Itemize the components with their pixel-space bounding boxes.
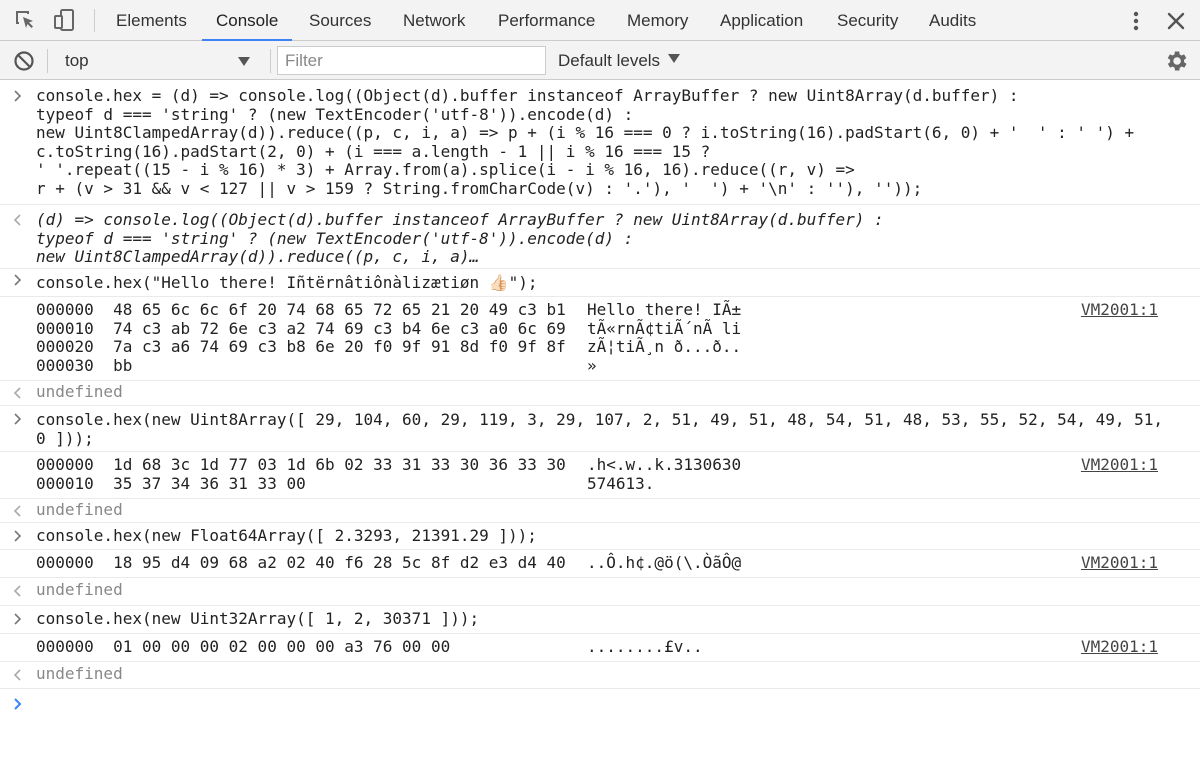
console-result-row: undefined [0, 499, 1200, 523]
toolbar-divider [47, 49, 48, 73]
source-link[interactable]: VM2001:1 [1081, 637, 1158, 657]
close-icon[interactable] [1164, 9, 1188, 33]
hex-dump-line: 000000 1d 68 3c 1d 77 03 1d 6b 02 33 31 … [36, 455, 566, 474]
code-line: console.hex(new Float64Array([ 2.3293, 2… [36, 526, 537, 545]
console-toolbar: top Default levels [0, 41, 1200, 80]
source-link[interactable]: VM2001:1 [1081, 553, 1158, 573]
result-arrow-icon [11, 504, 25, 518]
undefined-result: undefined [36, 382, 123, 401]
undefined-result: undefined [36, 580, 123, 599]
result-line[interactable]: (d) => console.log((Object(d).buffer ins… [36, 210, 884, 230]
console-result-row: undefined [0, 578, 1200, 606]
console-result-row: undefined [0, 381, 1200, 406]
code-line: 0 ])); [36, 428, 94, 448]
hex-dump-line: 000030 bb [36, 355, 133, 375]
result-arrow-icon [11, 668, 25, 682]
ascii-dump-line: .h<.w..k.3130630 [587, 455, 742, 474]
hex-dump-line: 000000 18 95 d4 09 68 a2 02 40 f6 28 5c … [36, 553, 566, 572]
tab-network[interactable]: Network [403, 0, 465, 41]
code-line: new Uint8ClampedArray(d)).reduce((p, c, … [36, 123, 1135, 143]
devtools-tabbar: Elements Console Sources Network Perform… [0, 0, 1200, 42]
tab-audits[interactable]: Audits [929, 0, 976, 41]
code-line: ' '.repeat((15 - i % 16) * 3) + Array.fr… [36, 160, 855, 180]
tab-performance[interactable]: Performance [498, 0, 595, 41]
gear-icon[interactable] [1163, 48, 1189, 74]
chevron-down-icon [668, 54, 681, 63]
ascii-dump-line: zÃ¦tiÃ¸n ð...ð.. [587, 337, 742, 357]
context-label: top [65, 51, 89, 70]
code-line: console.hex(new Uint32Array([ 1, 2, 3037… [36, 609, 480, 628]
console-log-row: 000000 18 95 d4 09 68 a2 02 40 f6 28 5c … [0, 550, 1200, 578]
code-line: console.hex(new Uint8Array([ 29, 104, 60… [36, 410, 1164, 429]
hex-dump-line: 000010 35 37 34 36 31 33 00 [36, 473, 306, 493]
console-prompt[interactable] [0, 689, 1200, 719]
source-link[interactable]: VM2001:1 [1081, 455, 1158, 475]
ascii-dump-line: ..Ô.h¢.@ö(\.ÒãÔ@ [587, 553, 742, 572]
console-messages: console.hex = (d) => console.log((Object… [0, 81, 1200, 784]
ascii-dump-line: Hello there! IÃ± [587, 300, 742, 319]
hex-dump-line: 000000 01 00 00 00 02 00 00 00 a3 76 00 … [36, 637, 451, 656]
console-result-row: (d) => console.log((Object(d).buffer ins… [0, 205, 1200, 269]
hex-dump-line: 000000 48 65 6c 6c 6f 20 74 68 65 72 65 … [36, 300, 566, 319]
ascii-dump-line: tÃ«rnÃ¢tiÃ´nÃ li [587, 318, 742, 338]
tab-memory[interactable]: Memory [627, 0, 688, 41]
input-prompt-icon [11, 612, 25, 626]
tab-console[interactable]: Console [201, 0, 293, 42]
toolbar-divider [270, 49, 271, 73]
tab-sources[interactable]: Sources [309, 0, 371, 41]
code-line: console.hex("Hello there! Iñtërnâtiônàli… [36, 273, 538, 292]
console-log-row: 000000 01 00 00 00 02 00 00 00 a3 76 00 … [0, 634, 1200, 662]
filter-input[interactable] [277, 46, 546, 75]
inspect-element-icon[interactable] [13, 8, 37, 32]
undefined-result: undefined [36, 500, 123, 519]
console-input-row: console.hex(new Uint8Array([ 29, 104, 60… [0, 406, 1200, 452]
input-prompt-icon [11, 273, 25, 287]
console-input-row: console.hex("Hello there! Iñtërnâtiônàli… [0, 269, 1200, 297]
console-input-row: console.hex(new Uint32Array([ 1, 2, 3037… [0, 606, 1200, 634]
code-line: console.hex = (d) => console.log((Object… [36, 86, 1019, 105]
tab-security[interactable]: Security [837, 0, 898, 41]
console-input-row: console.hex(new Float64Array([ 2.3293, 2… [0, 523, 1200, 550]
input-prompt-icon [11, 697, 25, 711]
code-line: r + (v > 31 && v < 127 || v > 159 ? Stri… [36, 179, 923, 198]
device-toolbar-icon[interactable] [53, 8, 77, 32]
result-arrow-icon [11, 386, 25, 400]
input-prompt-icon [11, 412, 25, 426]
code-line: c.toString(16).padStart(2, 0) + (i === a… [36, 141, 711, 161]
hex-dump-line: 000010 74 c3 ab 72 6e c3 a2 74 69 c3 b4 … [36, 318, 566, 338]
tab-application[interactable]: Application [720, 0, 803, 41]
more-vert-icon[interactable] [1126, 9, 1146, 33]
undefined-result: undefined [36, 664, 123, 683]
log-levels-dropdown[interactable]: Default levels [558, 46, 681, 75]
toolbar-divider [94, 9, 95, 32]
context-selector[interactable]: top [54, 46, 264, 75]
ascii-dump-line: 574613. [587, 473, 655, 493]
source-link[interactable]: VM2001:1 [1081, 300, 1158, 320]
tab-elements[interactable]: Elements [116, 0, 187, 41]
ascii-dump-line: ........£v.. [587, 637, 703, 656]
code-line: typeof d === 'string' ? (new TextEncoder… [36, 104, 634, 124]
console-input-row: console.hex = (d) => console.log((Object… [0, 81, 1200, 205]
log-levels-label: Default levels [558, 51, 661, 70]
console-log-row: 000000 48 65 6c 6c 6f 20 74 68 65 72 65 … [0, 297, 1200, 381]
result-arrow-icon [11, 213, 25, 227]
result-line[interactable]: new Uint8ClampedArray(d)).reduce((p, c, … [36, 248, 479, 267]
console-log-row: 000000 1d 68 3c 1d 77 03 1d 6b 02 33 31 … [0, 452, 1200, 499]
console-result-row: undefined [0, 662, 1200, 689]
result-line[interactable]: typeof d === 'string' ? (new TextEncoder… [36, 229, 633, 249]
input-prompt-icon [11, 529, 25, 543]
ascii-dump-line: » [587, 355, 597, 375]
hex-dump-line: 000020 7a c3 a6 74 69 c3 b8 6e 20 f0 9f … [36, 337, 566, 357]
input-prompt-icon [11, 89, 25, 103]
result-arrow-icon [11, 584, 25, 598]
chevron-down-icon [238, 57, 250, 66]
clear-console-icon[interactable] [12, 49, 36, 73]
